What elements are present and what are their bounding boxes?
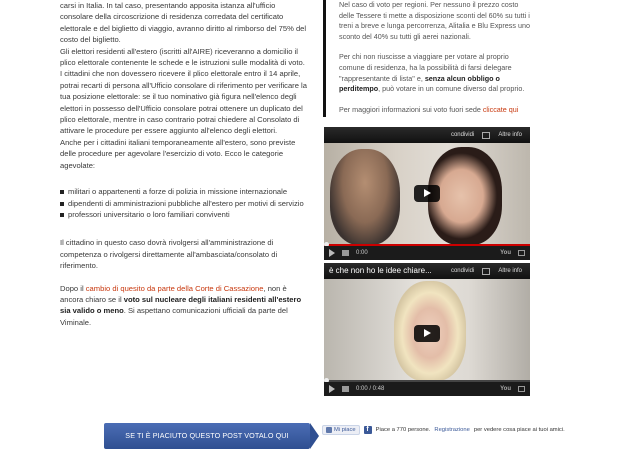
list-item: militari o appartenenti a forze di poliz… [60,186,308,197]
paragraph-discounts: Nel caso di voto per regioni. Per nessun… [339,0,530,41]
paragraph-aire: Gli elettori residenti all'estero (iscri… [60,46,305,68]
video-top-bar: condividi Altre info [324,127,530,143]
info-icon[interactable] [482,267,491,275]
paragraph-delegate: Per chi non riuscisse a viaggiare per vo… [339,52,525,94]
cassazione-link[interactable]: cambio di quesito da parte della Corte d… [86,284,264,293]
paragraph-competenza: Il cittadino in questo caso dovrà rivolg… [60,238,278,271]
share-label[interactable]: condividi [451,132,474,138]
fullscreen-icon[interactable] [518,250,525,256]
article-right-column: Nel caso di voto per regioni. Per nessun… [323,0,531,117]
video-time: 0:00 [356,250,368,256]
list-item: professori universitario o loro familiar… [60,209,308,220]
fullscreen-icon[interactable] [518,386,525,392]
paragraph-plico: I cittadini che non dovessero ricevere i… [60,69,307,136]
video-controls: 0:00 / 0:48 You [324,382,530,396]
video-controls: 0:00 You [324,246,530,260]
facebook-like-button[interactable]: Mi piace [322,425,360,435]
article-left-column: carsi in Italia. In tal caso, presentand… [60,0,308,328]
more-info-label[interactable]: Altre info [498,132,522,138]
like-suffix-text: per vedere cosa piace ai tuoi amici. [473,427,565,433]
volume-icon[interactable] [342,386,349,392]
play-icon[interactable] [414,325,440,342]
volume-icon[interactable] [342,250,349,256]
paragraph-temporary: Anche per i cittadini italiani temporane… [60,137,296,170]
more-info-label[interactable]: Altre info [498,268,522,274]
list-item: dipendenti di amministrazioni pubbliche … [60,198,308,209]
video-top-bar: è che non ho le idee chiare... condividi… [324,263,530,279]
play-control-icon[interactable] [329,385,335,393]
sidebar-quote: Nel caso di voto per regioni. Per nessun… [323,0,531,117]
facebook-icon: f [363,426,372,434]
play-icon[interactable] [414,185,440,202]
click-here-link[interactable]: cliccate qui [483,105,519,114]
video-thumbnail[interactable] [324,279,530,381]
video-time: 0:00 / 0:48 [356,386,385,392]
video-title[interactable]: è che non ho le idee chiare... [329,266,432,275]
video-player-1[interactable]: condividi Altre info 0:00 You [324,127,530,260]
video-thumbnail[interactable] [324,143,530,245]
categories-list: militari o appartenenti a forze di poliz… [60,186,308,220]
video-player-2[interactable]: è che non ho le idee chiare... condividi… [324,263,530,396]
man-figure [330,149,400,245]
play-control-icon[interactable] [329,249,335,257]
register-link[interactable]: Registrazione [434,427,469,433]
youtube-logo[interactable]: You [500,386,511,392]
facebook-like-bar: Mi piace f Piace a 770 persone. Registra… [322,425,565,435]
like-count-text: Piace a 770 persone. [375,427,431,433]
paragraph-refund: carsi in Italia. In tal caso, presentand… [60,1,307,45]
vote-post-button[interactable]: SE TI È PIACIUTO QUESTO POST VOTALO QUI [104,423,319,449]
paragraph-more-info: Per maggiori informazioni sui voto fuori… [339,104,519,114]
paragraph-cassazione: Dopo il cambio di quesito da parte della… [60,283,302,327]
share-label[interactable]: condividi [451,268,474,274]
info-icon[interactable] [482,131,491,139]
youtube-logo[interactable]: You [500,250,511,256]
thumbs-up-icon [326,427,332,433]
